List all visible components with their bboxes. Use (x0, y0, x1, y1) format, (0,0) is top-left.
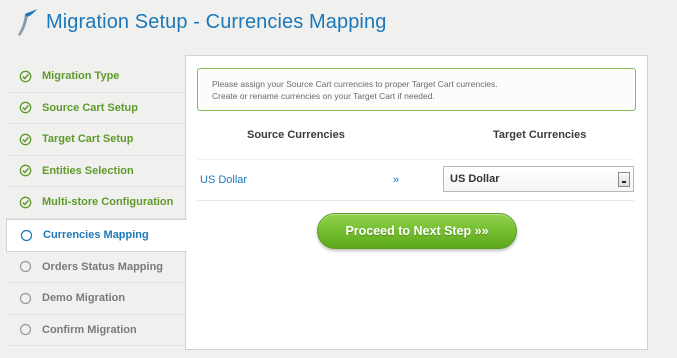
mapping-arrow-icon: » (393, 174, 400, 186)
sidebar-step-label: Demo Migration (42, 292, 126, 305)
circle-icon (19, 260, 32, 273)
circle-icon (19, 323, 32, 336)
currencies-mapping-panel: Please assign your Source Cart currencie… (185, 55, 648, 350)
source-currencies-header: Source Currencies (247, 129, 345, 141)
sidebar-step-label: Orders Status Mapping (42, 260, 164, 273)
logo-icon (18, 9, 37, 36)
check-circle-icon (19, 70, 32, 83)
sidebar-step-label: Confirm Migration (42, 323, 137, 336)
circle-icon (20, 229, 33, 242)
info-notice: Please assign your Source Cart currencie… (197, 68, 636, 111)
target-currency-select[interactable]: US Dollar (443, 166, 634, 192)
sidebar-step-source-cart-setup[interactable]: Source Cart Setup (6, 93, 186, 124)
sidebar-step-label: Migration Type (42, 70, 120, 83)
proceed-button-label: Proceed to Next Step »» (345, 224, 489, 238)
sidebar-step-demo-migration[interactable]: Demo Migration (6, 283, 186, 315)
proceed-next-step-button[interactable]: Proceed to Next Step »» (317, 213, 517, 249)
sidebar-step-label: Currencies Mapping (43, 229, 149, 241)
sidebar-step-multi-store-configuration[interactable]: Multi-store Configuration (6, 187, 186, 219)
check-circle-icon (19, 164, 32, 177)
check-circle-icon (19, 196, 32, 209)
dropdown-arrow-icon[interactable] (618, 172, 630, 187)
source-currency-name: US Dollar (200, 174, 248, 186)
notice-line: Create or rename currencies on your Targ… (212, 91, 435, 101)
sidebar-step-label: Source Cart Setup (42, 101, 138, 114)
sidebar-step-orders-status-mapping[interactable]: Orders Status Mapping (6, 252, 186, 283)
sidebar-step-target-cart-setup[interactable]: Target Cart Setup (6, 124, 186, 156)
page-title: Migration Setup - Currencies Mapping (46, 11, 387, 33)
circle-icon (19, 292, 32, 305)
currency-mapping-row: US Dollar » US Dollar (197, 159, 634, 201)
target-currency-value: US Dollar (450, 173, 500, 185)
check-circle-icon (19, 101, 32, 114)
sidebar-step-label: Entities Selection (42, 164, 134, 177)
notice-line: Please assign your Source Cart currencie… (212, 79, 498, 89)
sidebar-step-label: Target Cart Setup (42, 133, 134, 146)
page-header: Migration Setup - Currencies Mapping (0, 0, 677, 50)
sidebar-step-migration-type[interactable]: Migration Type (6, 61, 186, 93)
sidebar-step-confirm-migration[interactable]: Confirm Migration (6, 315, 186, 346)
sidebar-step-entities-selection[interactable]: Entities Selection (6, 156, 186, 187)
wizard-steps-sidebar: Migration Type Source Cart Setup Target … (6, 61, 187, 346)
sidebar-step-label: Multi-store Configuration (42, 196, 174, 209)
check-circle-icon (19, 133, 32, 146)
target-currencies-header: Target Currencies (493, 129, 587, 141)
sidebar-step-currencies-mapping[interactable]: Currencies Mapping (6, 218, 187, 252)
